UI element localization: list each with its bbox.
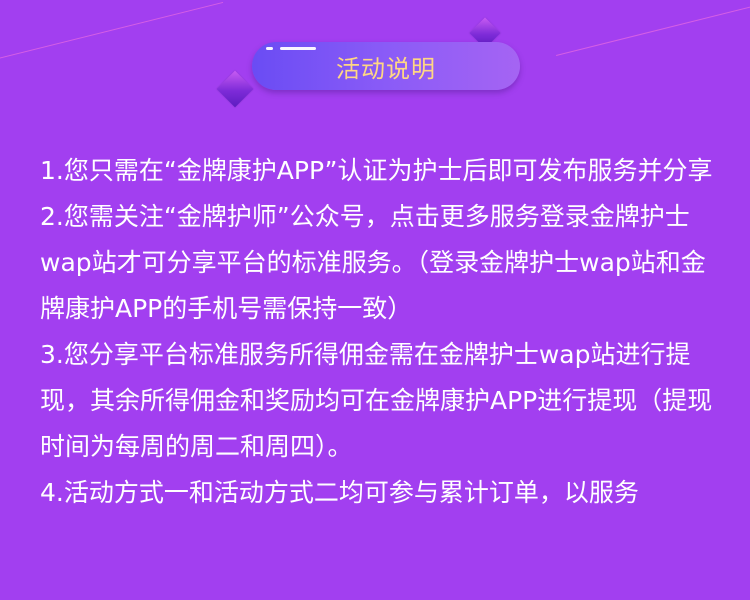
page-title: 活动说明 xyxy=(336,54,436,83)
rules-section: 1.您只需在“金牌康护APP”认证为护士后即可发布服务并分享 2.您需关注“金牌… xyxy=(40,148,720,516)
gem-left-icon xyxy=(216,70,254,108)
rule-item-3: 3.您分享平台标准服务所得佣金需在金牌护士wap站进行提现，其余所得佣金和奖励均… xyxy=(40,340,713,461)
decorative-line-left xyxy=(0,1,224,61)
pill-highlight-dot xyxy=(266,47,273,50)
rule-item-2: 2.您需关注“金牌护师”公众号，点击更多服务登录金牌护士wap站才可分享平台的标… xyxy=(40,202,706,323)
pill-highlight-bar xyxy=(280,47,316,50)
rule-item-4: 4.活动方式一和活动方式二均可参与累计订单，以服务 xyxy=(40,478,639,507)
rule-item-1: 1.您只需在“金牌康护APP”认证为护士后即可发布服务并分享 xyxy=(40,156,713,185)
decorative-line-right xyxy=(556,1,750,56)
activity-title-banner: 活动说明 xyxy=(252,42,520,90)
